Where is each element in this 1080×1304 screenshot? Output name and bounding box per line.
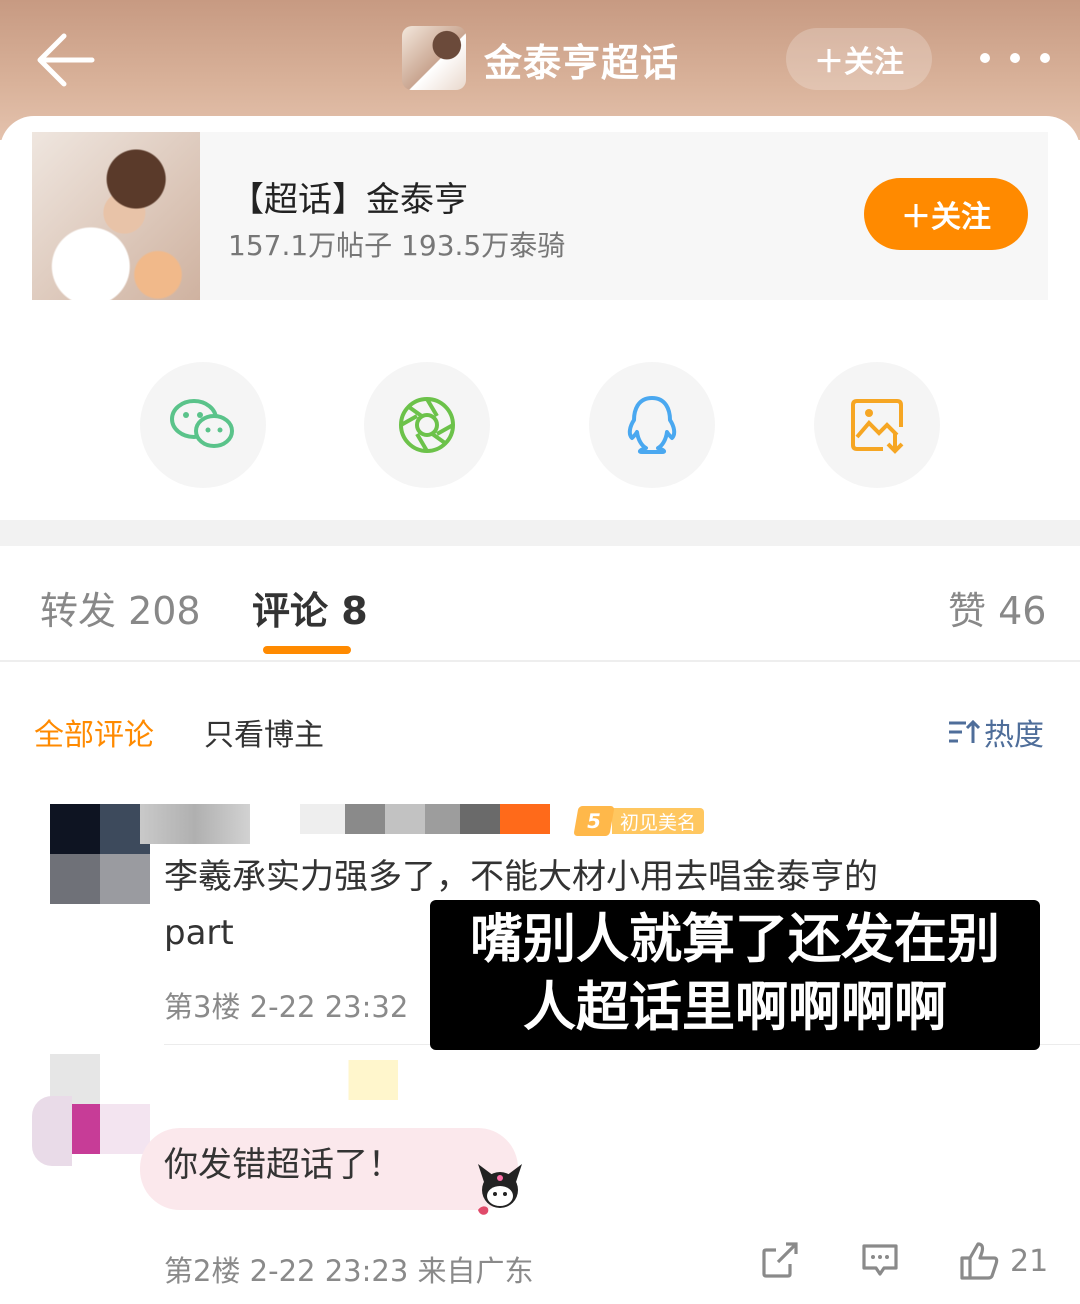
save-image-button[interactable] xyxy=(814,362,940,488)
overlay-caption: 嘴别人就算了还发在别 人超话里啊啊啊啊 xyxy=(430,900,1040,1050)
share-wechat-button[interactable] xyxy=(140,362,266,488)
badge-level: 5 xyxy=(573,806,615,836)
thumbs-up-icon xyxy=(960,1242,999,1280)
username-blur xyxy=(140,804,250,844)
overlay-caption-line2: 人超话里啊啊啊啊 xyxy=(523,977,947,1038)
qq-icon xyxy=(627,396,677,454)
topic-follow-button[interactable]: ＋关注 xyxy=(864,178,1028,250)
filter-author-only[interactable]: 只看博主 xyxy=(204,710,324,754)
back-arrow-icon[interactable] xyxy=(30,30,100,90)
moments-icon xyxy=(399,397,455,453)
comment-icon xyxy=(862,1244,898,1276)
comment-text-line1: 李羲承实力强多了，不能大材小用去唱金泰亨的 xyxy=(164,857,878,897)
sort-label: 热度 xyxy=(984,718,1044,753)
topic-avatar-small[interactable] xyxy=(402,26,466,90)
active-tab-indicator xyxy=(263,646,351,654)
comment-text: 你发错超话了！ xyxy=(164,1145,402,1185)
tab-comments[interactable]: 评论 8 xyxy=(252,580,368,635)
comment-text-line2: part xyxy=(164,913,234,953)
topic-stats: 157.1万帖子 193.5万泰骑 xyxy=(228,229,566,262)
share-moments-button[interactable] xyxy=(364,362,490,488)
share-qq-button[interactable] xyxy=(589,362,715,488)
share-icon xyxy=(762,1242,798,1278)
avatar-frame xyxy=(32,1096,72,1166)
comment-meta: 第3楼 2-22 23:32 xyxy=(164,990,409,1024)
overlay-caption-line1: 嘴别人就算了还发在别 xyxy=(470,909,1000,970)
kuromi-sticker-icon xyxy=(470,1160,530,1220)
username-blur-2 xyxy=(300,804,550,834)
tabs-divider xyxy=(0,660,1080,662)
topic-card[interactable]: 【超话】金泰亨 157.1万帖子 193.5万泰骑 ＋关注 xyxy=(32,132,1048,300)
tab-repost[interactable]: 转发 208 xyxy=(40,580,201,635)
header-follow-button[interactable]: ＋关注 xyxy=(786,28,932,90)
username-blur-3 xyxy=(160,1060,450,1100)
topic-cover-image xyxy=(32,132,200,300)
filter-all-comments[interactable]: 全部评论 xyxy=(34,710,154,754)
reply-button[interactable] xyxy=(860,1240,900,1280)
sort-icon xyxy=(949,719,980,743)
section-divider xyxy=(0,520,1080,546)
more-icon[interactable] xyxy=(980,40,1050,76)
badge-title: 初见美名 xyxy=(612,808,705,834)
page-title: 金泰亨超话 xyxy=(484,41,680,85)
sort-button[interactable]: 热度 xyxy=(946,710,1044,754)
repost-button[interactable] xyxy=(760,1240,800,1280)
like-count: 21 xyxy=(1010,1243,1049,1279)
tab-likes[interactable]: 赞 46 xyxy=(948,580,1046,635)
share-panel: 【超话】金泰亨 157.1万帖子 193.5万泰骑 ＋关注 xyxy=(0,116,1080,526)
comment-meta-2: 第2楼 2-22 23:23 来自广东 xyxy=(164,1254,534,1288)
topic-name: 【超话】金泰亨 xyxy=(230,180,468,220)
fan-level-badge: 5 初见美名 xyxy=(573,806,705,836)
commenter-avatar[interactable] xyxy=(50,804,150,904)
save-image-icon xyxy=(851,399,904,454)
like-button[interactable]: 21 xyxy=(958,1240,1048,1282)
wechat-icon xyxy=(170,399,234,448)
